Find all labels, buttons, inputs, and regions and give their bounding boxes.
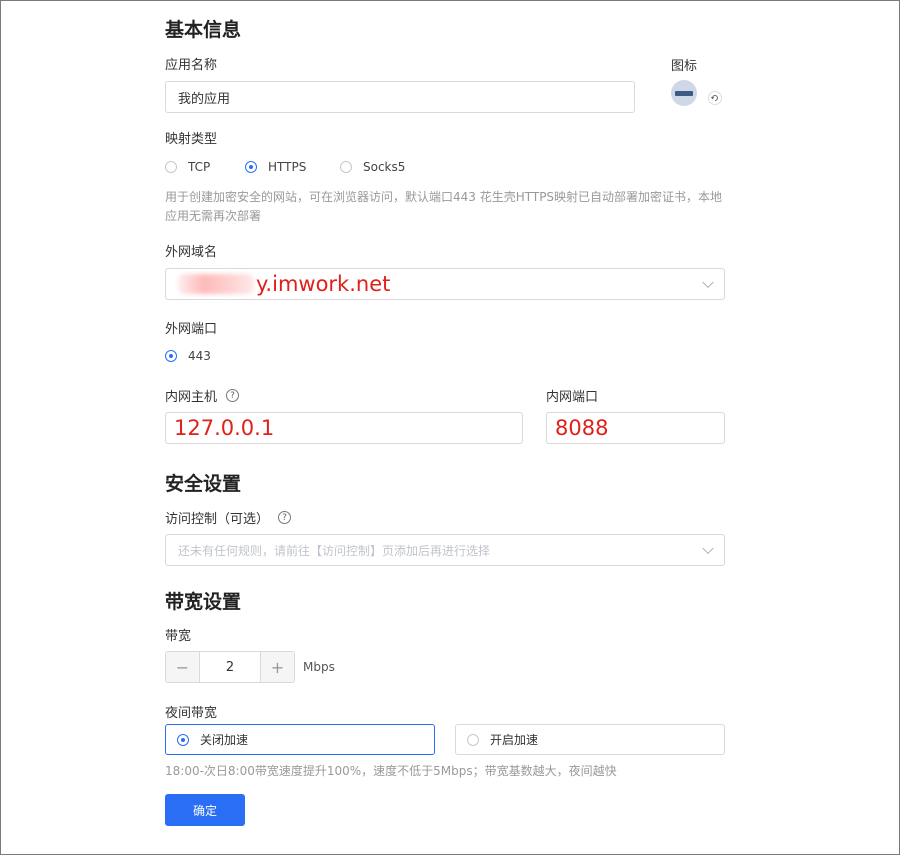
domain-value: y.imwork.net — [256, 272, 391, 296]
section-title-basic: 基本信息 — [165, 19, 242, 41]
radio-icon — [340, 161, 352, 173]
host-label-row: 内网主机 ? — [165, 386, 240, 405]
night-bandwidth-label: 夜间带宽 — [165, 706, 218, 721]
minus-button[interactable]: − — [166, 652, 199, 682]
domain-select[interactable]: y.imwork.net — [165, 268, 725, 300]
host-value: 127.0.0.1 — [174, 416, 275, 440]
mapping-type-label: 映射类型 — [165, 132, 218, 147]
chevron-down-icon — [702, 542, 714, 555]
mapping-type-https[interactable]: HTTPS — [245, 160, 306, 174]
mapping-type-tcp[interactable]: TCP — [165, 160, 210, 174]
bandwidth-value[interactable]: 2 — [199, 652, 261, 682]
access-label-row: 访问控制（可选） ? — [165, 508, 292, 527]
host-label: 内网主机 — [165, 390, 218, 405]
radio-icon — [165, 161, 177, 173]
radio-checked-icon — [177, 733, 189, 746]
radio-checked-icon — [245, 161, 257, 173]
app-icon[interactable] — [671, 80, 697, 106]
night-accel-on-option[interactable]: 开启加速 — [455, 724, 725, 755]
bandwidth-label: 带宽 — [165, 629, 192, 644]
question-circle-icon[interactable]: ? — [226, 389, 240, 402]
section-title-bandwidth: 带宽设置 — [165, 591, 242, 613]
access-control-select[interactable]: 还未有任何规则，请前往【访问控制】页添加后再进行选择 — [165, 534, 725, 566]
bandwidth-stepper[interactable]: − 2 + — [165, 651, 295, 683]
chevron-down-icon — [702, 276, 714, 289]
inner-port-label: 内网端口 — [546, 390, 599, 405]
mapping-hint-line1: 用于创建加密安全的网站，可在浏览器访问，默认端口443 花生壳HTTPS映射已自… — [165, 190, 723, 204]
port-option-label: 443 — [188, 349, 211, 363]
host-input[interactable]: 127.0.0.1 — [165, 412, 523, 444]
port-label: 外网端口 — [165, 322, 218, 337]
redacted-mask — [178, 274, 254, 294]
mapping-type-socks5[interactable]: Socks5 — [340, 160, 405, 174]
domain-label: 外网域名 — [165, 245, 218, 260]
radio-checked-icon — [165, 350, 177, 362]
confirm-button[interactable]: 确定 — [165, 794, 245, 826]
mapping-type-socks5-label: Socks5 — [363, 160, 406, 174]
icon-label: 图标 — [671, 59, 698, 74]
night-accel-off-option[interactable]: 关闭加速 — [165, 724, 435, 755]
bandwidth-unit: Mbps — [303, 660, 335, 674]
app-name-input[interactable]: 我的应用 — [165, 81, 635, 113]
refresh-icon[interactable] — [708, 91, 722, 105]
mapping-hint-line2: 应用无需再次部署 — [165, 209, 262, 223]
question-circle-icon[interactable]: ? — [278, 511, 292, 524]
night-on-label: 开启加速 — [490, 733, 539, 747]
mapping-type-https-label: HTTPS — [268, 160, 307, 174]
mapping-hint: 用于创建加密安全的网站，可在浏览器访问，默认端口443 花生壳HTTPS映射已自… — [165, 188, 725, 226]
app-name-label: 应用名称 — [165, 58, 218, 73]
section-title-security: 安全设置 — [165, 473, 242, 495]
app-name-value: 我的应用 — [178, 91, 231, 107]
night-hint: 18:00-次日8:00带宽速度提升100%，速度不低于5Mbps；带宽基数越大… — [165, 764, 617, 778]
inner-port-input[interactable]: 8088 — [546, 412, 725, 444]
plus-button[interactable]: + — [261, 652, 294, 682]
access-label: 访问控制（可选） — [165, 512, 270, 527]
access-placeholder: 还未有任何规则，请前往【访问控制】页添加后再进行选择 — [178, 543, 491, 558]
inner-port-value: 8088 — [555, 416, 609, 440]
port-option-443[interactable]: 443 — [165, 349, 211, 363]
night-off-label: 关闭加速 — [200, 733, 249, 747]
mapping-type-tcp-label: TCP — [188, 160, 211, 174]
radio-icon — [467, 733, 479, 746]
